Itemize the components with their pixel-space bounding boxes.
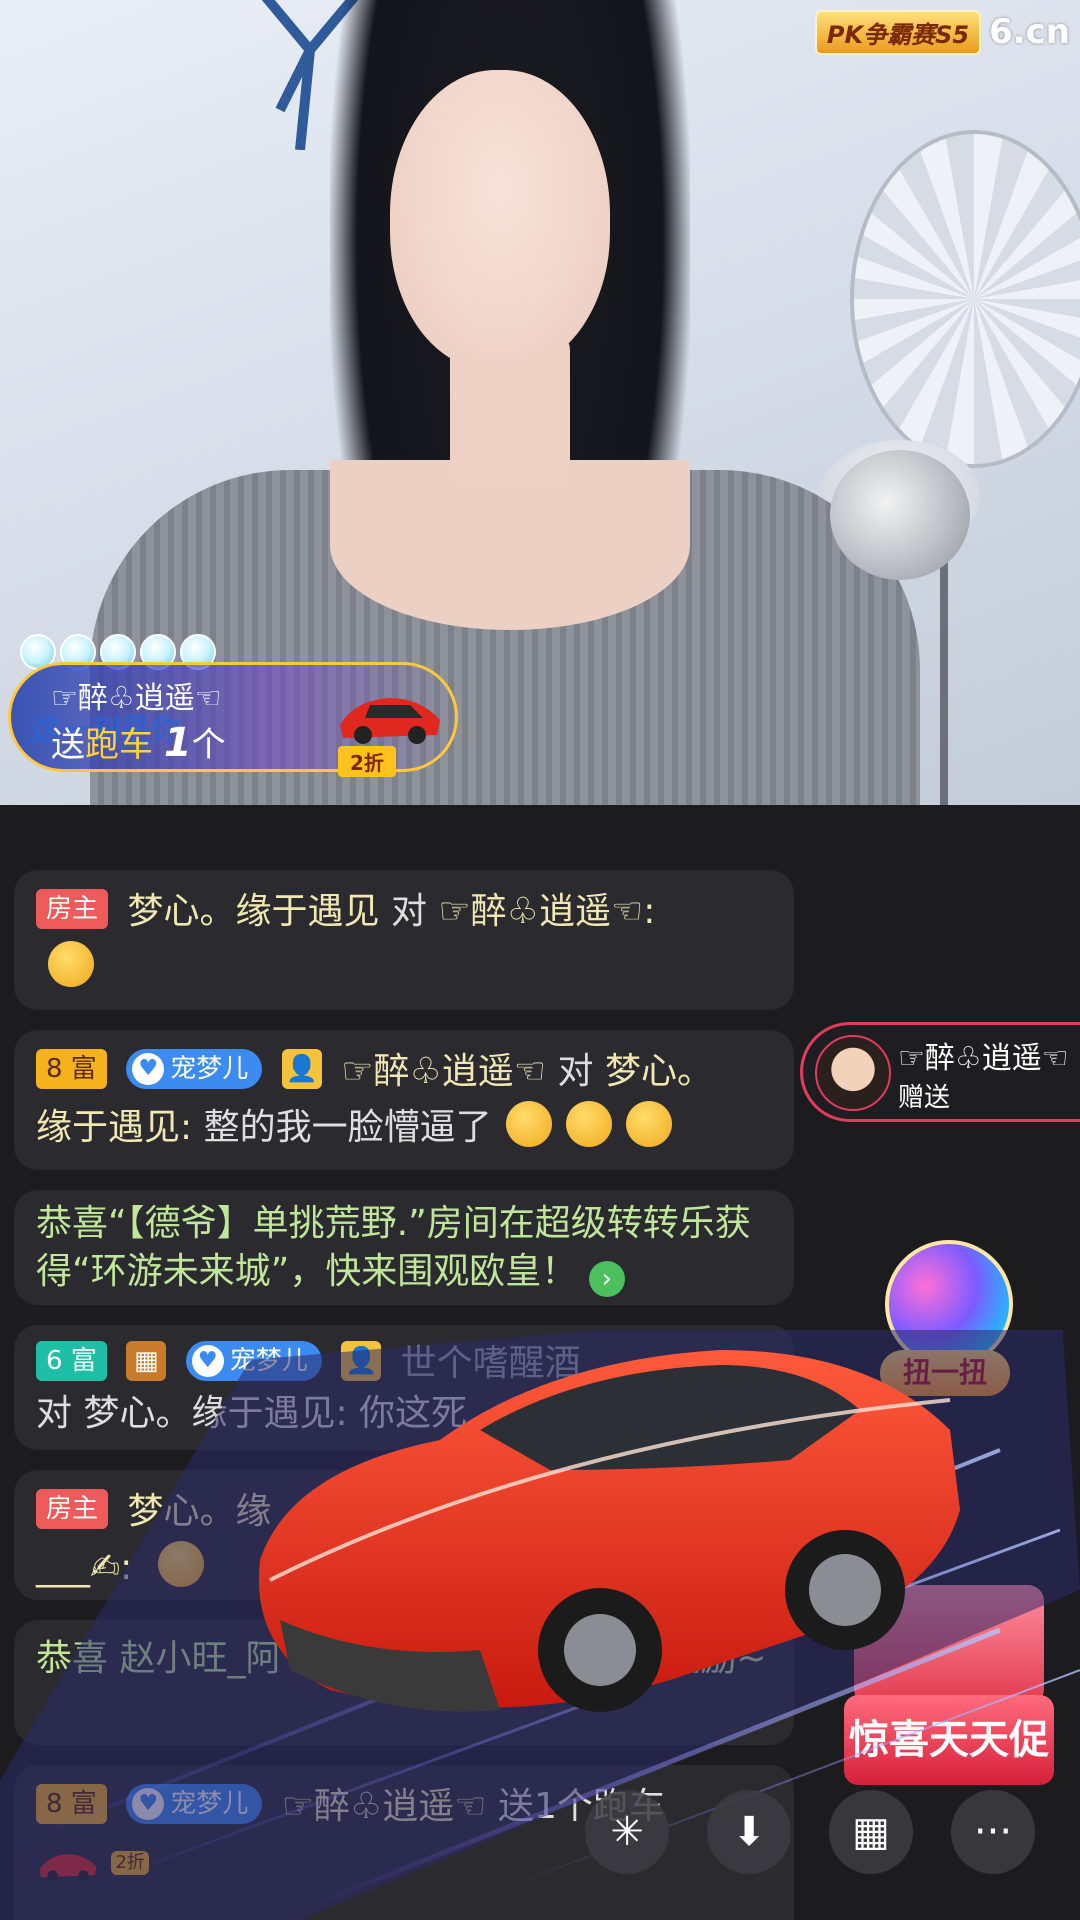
heart-icon: ♥ [132,1053,165,1085]
header-logo: PK争霸赛S5 6.cn [814,9,1070,55]
system-message[interactable]: 恭喜“【德爷】单挑荒野.”房间在超级转转乐获得“环游未来城”，快来围观欧皇！ › [14,1190,794,1305]
heart-icon: ♥ [191,1345,224,1377]
arrow-right-icon[interactable]: › [588,1261,625,1297]
pk-event-badge[interactable]: PK争霸赛S5 [814,9,982,55]
sports-car-icon [39,1854,97,1881]
treasure-icon: ▦ [126,1341,167,1381]
banner-sender: ☞醉♧逍遥☜ [51,681,222,716]
target-name-cont[interactable]: 缘于遇见: [36,1107,192,1148]
target-name[interactable]: ___✍: [36,1547,132,1588]
chat-message: 房主 梦心。缘于遇见 对 ☞醉♧逍遥☜: [14,870,794,1010]
system-text: 恭喜“【德爷】单挑荒野.”房间在超级转转乐获得“环游未来城”，快来围观欧皇！ [36,1203,751,1292]
microphone [830,450,970,580]
target-name[interactable]: ☞醉♧逍遥☜: [438,891,655,932]
sender-name[interactable]: ☞醉♧逍遥☜ [282,1786,487,1827]
grid-icon[interactable]: ▦ [829,1790,913,1874]
bottom-toolbar: ✳ ⬇ ▦ ··· [585,1790,1035,1874]
sparkle-icon[interactable]: ✳ [585,1790,669,1874]
discount-tag: 2折 [111,1851,149,1875]
more-icon[interactable]: ··· [951,1790,1035,1874]
streamer-face [390,70,610,370]
studio-lamp [850,130,1080,468]
laugh-emoji-icon [157,1541,204,1587]
heart-icon: ♥ [132,1788,165,1820]
laugh-emoji-icon [625,1101,672,1147]
toast-action: 赠送 [898,1083,951,1113]
banner-gift-line: 送跑车 1个 [51,720,226,766]
pet-badge: ♥ 宠梦儿 [126,1049,263,1089]
host-badge: 房主 [36,889,109,929]
sender-name[interactable]: 梦心。缘于遇见 [127,891,379,932]
avatar[interactable] [815,1035,891,1111]
chat-message: 8 富 ♥ 宠梦儿 👤 ☞醉♧逍遥☜ 对 梦心。 缘于遇见: 整的我一脸懵逼了 [14,1030,794,1170]
sports-car-icon [340,698,440,744]
laugh-emoji-icon [565,1101,612,1147]
sender-name[interactable]: ☞醉♧逍遥☜ [341,1051,546,1092]
angry-emoji-icon [48,941,94,987]
vip-icon: 👤 [281,1049,322,1089]
laugh-emoji-icon [505,1101,552,1147]
site-logo: 6.cn [989,12,1070,52]
target-name[interactable]: 梦心。 [605,1051,713,1092]
discount-tag: 2折 [338,746,396,777]
sports-car-gift-animation [258,1350,960,1712]
pet-badge: ♥ 宠梦儿 [126,1784,263,1824]
gift-toast[interactable]: ☞醉♧逍遥☜ 赠送 [800,1022,1080,1122]
download-icon[interactable]: ⬇ [707,1790,791,1874]
toast-sender: ☞醉♧逍遥☜ [898,1041,1069,1076]
host-badge: 房主 [36,1489,109,1529]
message-text: 整的我一脸懵逼了 [203,1107,492,1148]
wealth-level-badge: 8 富 [36,1049,107,1089]
wealth-level-badge: 6 富 [36,1341,107,1381]
wealth-level-badge: 8 富 [36,1784,107,1824]
